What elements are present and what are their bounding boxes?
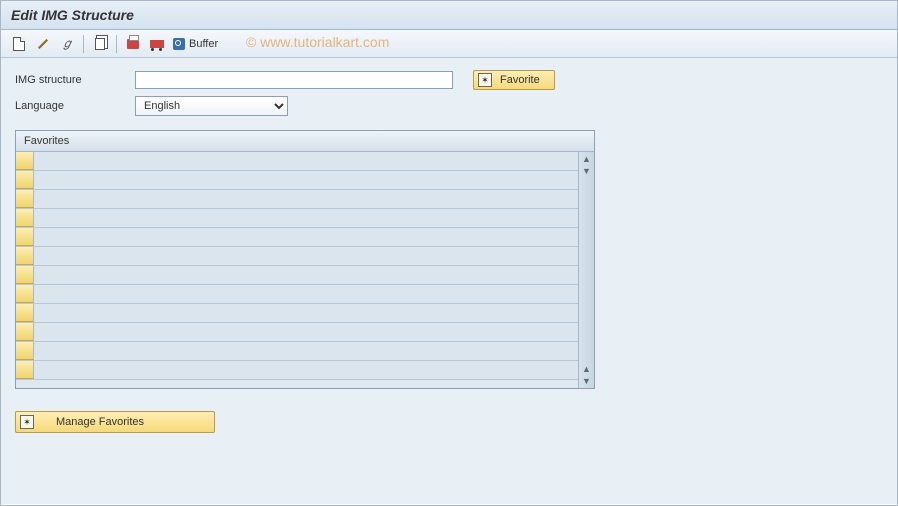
page-title: Edit IMG Structure	[1, 1, 897, 30]
scroll-down-icon[interactable]: ▼	[582, 376, 591, 386]
grid-cell[interactable]	[34, 171, 578, 189]
table-row[interactable]	[16, 266, 578, 285]
table-row[interactable]	[16, 190, 578, 209]
form-row-img-structure: IMG structure ✶ Favorite	[15, 70, 883, 90]
grid-cell[interactable]	[34, 342, 578, 360]
grid-cell[interactable]	[34, 285, 578, 303]
grid-cell[interactable]	[34, 152, 578, 170]
table-row[interactable]	[16, 342, 578, 361]
edit-button[interactable]	[33, 34, 53, 54]
img-structure-input[interactable]	[135, 71, 453, 89]
truck-icon	[150, 40, 164, 48]
grid-body: ▲ ▼ ▲ ▼	[16, 152, 594, 388]
row-selector[interactable]	[16, 266, 34, 284]
table-row[interactable]	[16, 247, 578, 266]
watermark-text: © www.tutorialkart.com	[246, 34, 389, 50]
grid-cell[interactable]	[34, 323, 578, 341]
table-row[interactable]	[16, 209, 578, 228]
row-selector[interactable]	[16, 152, 34, 170]
table-row[interactable]	[16, 228, 578, 247]
toolbar-separator	[116, 35, 117, 53]
buffer-label: Buffer	[185, 38, 222, 50]
grid-cell[interactable]	[34, 228, 578, 246]
toolbar-separator	[83, 35, 84, 53]
form-row-language: Language English	[15, 96, 883, 116]
glasses-icon: 𝑔	[64, 36, 71, 51]
grid-cell[interactable]	[34, 247, 578, 265]
copy-button[interactable]	[90, 34, 110, 54]
language-label: Language	[15, 100, 135, 112]
grid-cell[interactable]	[34, 190, 578, 208]
row-selector[interactable]	[16, 285, 34, 303]
pencil-icon	[38, 39, 48, 49]
row-selector[interactable]	[16, 190, 34, 208]
grid-cell[interactable]	[34, 266, 578, 284]
favorite-button[interactable]: ✶ Favorite	[473, 70, 555, 90]
content-area: IMG structure ✶ Favorite Language Englis…	[1, 58, 897, 504]
document-icon	[13, 37, 25, 51]
transport-button[interactable]	[147, 34, 167, 54]
table-row[interactable]	[16, 304, 578, 323]
row-selector[interactable]	[16, 228, 34, 246]
buffer-icon	[173, 38, 185, 50]
new-button[interactable]	[9, 34, 29, 54]
scroll-up-icon[interactable]: ▲	[582, 154, 591, 164]
favorites-grid: Favorites ▲ ▼ ▲ ▼	[15, 130, 595, 389]
buffer-button[interactable]: Buffer	[171, 34, 224, 54]
row-selector[interactable]	[16, 209, 34, 227]
table-row[interactable]	[16, 171, 578, 190]
grid-cell[interactable]	[34, 209, 578, 227]
grid-cell[interactable]	[34, 304, 578, 322]
manage-favorites-label: Manage Favorites	[56, 416, 144, 428]
table-row[interactable]	[16, 285, 578, 304]
row-selector[interactable]	[16, 171, 34, 189]
copy-icon	[95, 38, 105, 50]
language-select[interactable]: English	[135, 96, 288, 116]
application-toolbar: 𝑔 Buffer © www.tutorialkart.com	[1, 30, 897, 58]
row-selector[interactable]	[16, 304, 34, 322]
display-button[interactable]: 𝑔	[57, 34, 77, 54]
star-icon: ✶	[478, 73, 492, 87]
row-selector[interactable]	[16, 342, 34, 360]
grid-header-favorites: Favorites	[16, 131, 594, 152]
print-icon	[127, 39, 139, 49]
star-icon: ✶	[20, 415, 34, 429]
table-row[interactable]	[16, 152, 578, 171]
scroll-down-icon[interactable]: ▼	[582, 166, 591, 176]
print-button[interactable]	[123, 34, 143, 54]
row-selector[interactable]	[16, 323, 34, 341]
grid-rows	[16, 152, 578, 388]
favorite-button-label: Favorite	[500, 74, 540, 86]
vertical-scrollbar[interactable]: ▲ ▼ ▲ ▼	[578, 152, 594, 388]
table-row[interactable]	[16, 361, 578, 380]
row-selector[interactable]	[16, 247, 34, 265]
grid-cell[interactable]	[34, 361, 578, 379]
row-selector[interactable]	[16, 361, 34, 379]
manage-favorites-button[interactable]: ✶ Manage Favorites	[15, 411, 215, 433]
table-row[interactable]	[16, 323, 578, 342]
img-structure-label: IMG structure	[15, 74, 135, 86]
scroll-up-icon[interactable]: ▲	[582, 364, 591, 374]
